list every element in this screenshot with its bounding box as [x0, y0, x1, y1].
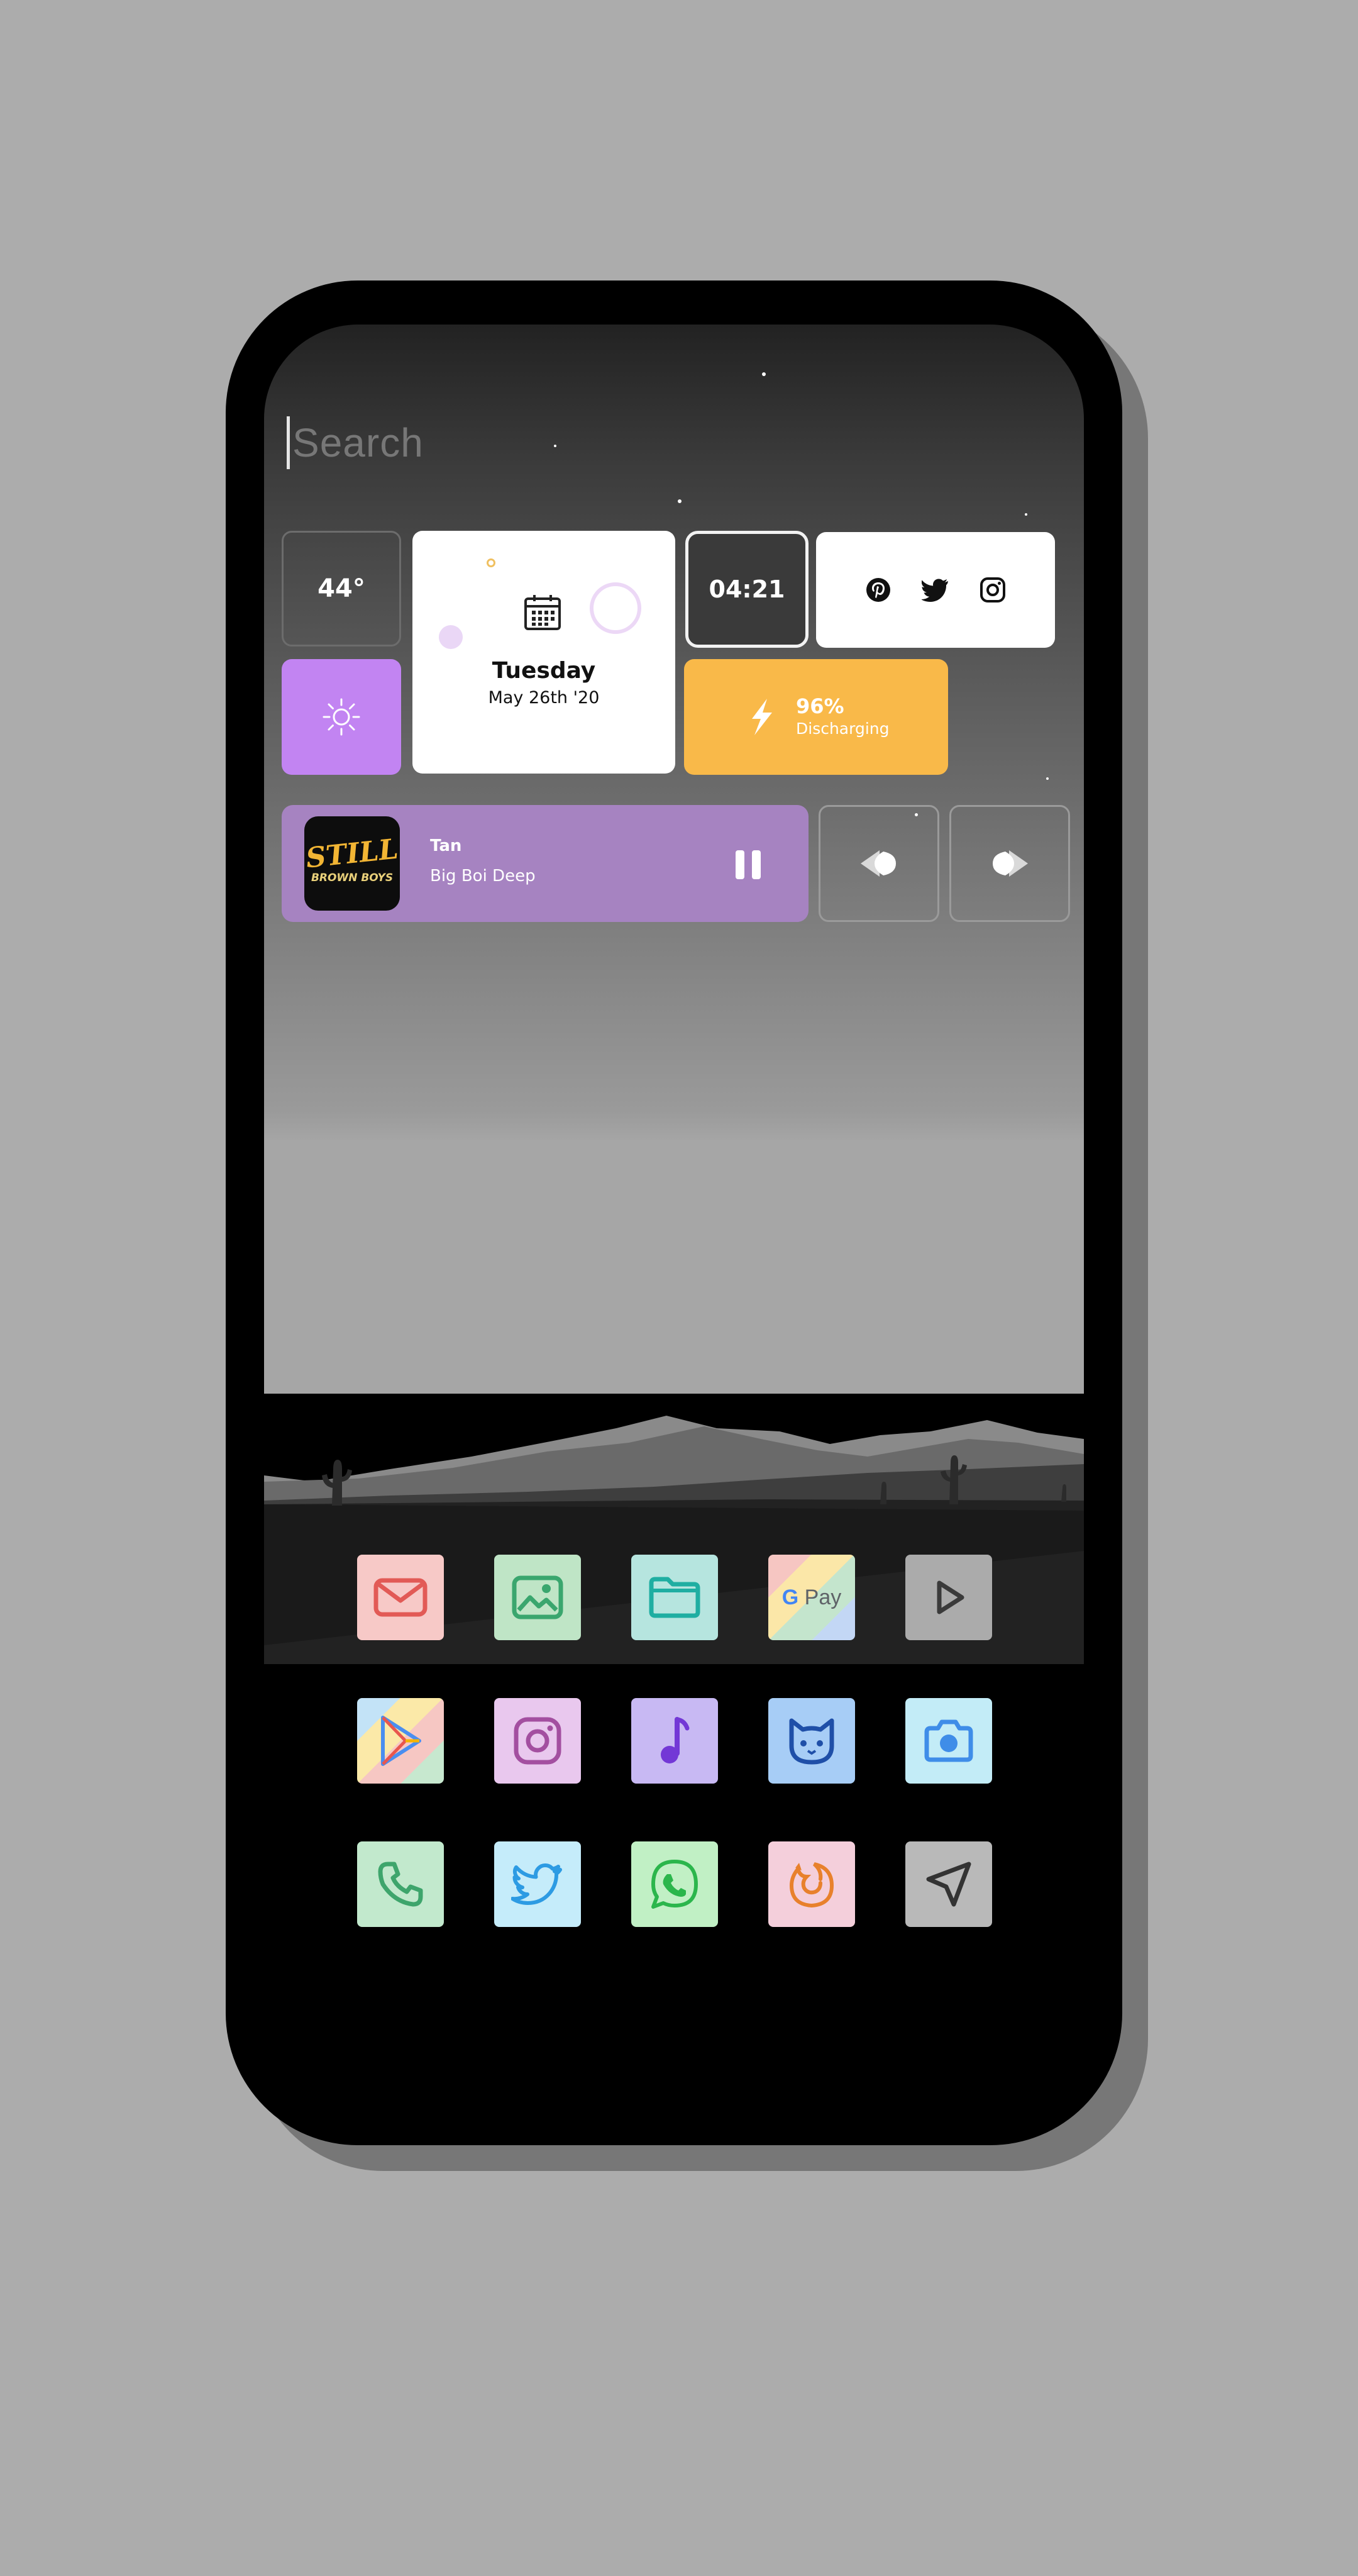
twitter-icon: [511, 1863, 562, 1905]
battery-status: Discharging: [796, 719, 890, 738]
star: [762, 372, 766, 376]
decor-dot: [487, 558, 495, 567]
app-gallery[interactable]: [494, 1555, 581, 1640]
app-music[interactable]: [631, 1698, 718, 1784]
calendar-widget[interactable]: Tuesday May 26th '20: [412, 531, 675, 774]
cat-app-icon: [789, 1718, 834, 1765]
play-store-icon: [381, 1716, 421, 1766]
star: [678, 499, 682, 503]
google-pay-icon: G Pay: [782, 1585, 842, 1609]
gallery-icon: [512, 1575, 563, 1619]
star: [1046, 777, 1049, 780]
pause-icon: [752, 850, 761, 879]
album-art: STILL BROWN BOYS: [304, 816, 400, 911]
search-bar[interactable]: Search: [287, 413, 853, 473]
svg-text:G Pay: G Pay: [782, 1585, 842, 1609]
app-mail[interactable]: [357, 1555, 444, 1640]
weather-condition-widget[interactable]: [282, 659, 401, 775]
app-video-player[interactable]: [905, 1555, 992, 1640]
files-icon: [649, 1577, 700, 1618]
temperature-value: 44°: [317, 574, 365, 603]
app-camera[interactable]: [905, 1698, 992, 1784]
decor-ring: [590, 582, 641, 634]
mail-icon: [373, 1578, 428, 1617]
text-cursor: [287, 416, 290, 469]
calendar-icon: [524, 595, 561, 630]
pause-icon: [736, 850, 744, 879]
next-track-icon: [993, 850, 1028, 877]
whatsapp-icon: [651, 1860, 698, 1909]
battery-widget[interactable]: 96% Discharging: [684, 659, 948, 775]
search-placeholder: Search: [292, 420, 424, 465]
next-track-button[interactable]: [949, 805, 1070, 922]
track-title: Tan: [430, 836, 462, 855]
app-google-pay[interactable]: G Pay: [768, 1555, 855, 1640]
album-art-subtitle: BROWN BOYS: [311, 872, 394, 884]
track-artist: Big Boi Deep: [430, 867, 536, 886]
play-icon: [937, 1580, 964, 1614]
app-phone[interactable]: [357, 1841, 444, 1927]
instagram-icon[interactable]: [980, 577, 1006, 603]
app-whatsapp[interactable]: [631, 1841, 718, 1927]
app-send[interactable]: [905, 1841, 992, 1927]
phone-icon: [378, 1862, 423, 1907]
instagram-icon: [514, 1717, 561, 1765]
app-files[interactable]: [631, 1555, 718, 1640]
weather-temperature-widget[interactable]: 44°: [282, 531, 401, 647]
clock-widget[interactable]: 04:21: [685, 531, 809, 648]
app-cat[interactable]: [768, 1698, 855, 1784]
twitter-icon[interactable]: [922, 578, 949, 602]
send-icon: [926, 1862, 971, 1907]
lightning-bolt-icon: [752, 699, 772, 735]
decor-dot: [439, 625, 463, 649]
app-play-store[interactable]: [357, 1698, 444, 1784]
home-screen: Search 44° Tuesday May 26th '20 04:21 96…: [264, 325, 1084, 2136]
pinterest-icon[interactable]: [865, 577, 892, 603]
firefox-icon: [789, 1862, 834, 1908]
clock-time: 04:21: [709, 575, 785, 603]
album-art-title: STILL: [304, 833, 400, 875]
app-twitter[interactable]: [494, 1841, 581, 1927]
sun-icon: [323, 698, 360, 736]
music-icon: [661, 1717, 690, 1763]
pause-button[interactable]: [732, 850, 765, 879]
app-firefox[interactable]: [768, 1841, 855, 1927]
previous-track-icon: [861, 850, 896, 877]
star: [1025, 513, 1027, 516]
social-links-widget: [816, 532, 1055, 648]
battery-percent: 96%: [796, 694, 844, 718]
app-instagram[interactable]: [494, 1698, 581, 1784]
calendar-date: May 26th '20: [488, 688, 600, 708]
music-player-widget[interactable]: STILL BROWN BOYS Tan Big Boi Deep: [282, 805, 809, 922]
calendar-day: Tuesday: [492, 658, 596, 684]
previous-track-button[interactable]: [819, 805, 939, 922]
camera-icon: [924, 1719, 973, 1762]
